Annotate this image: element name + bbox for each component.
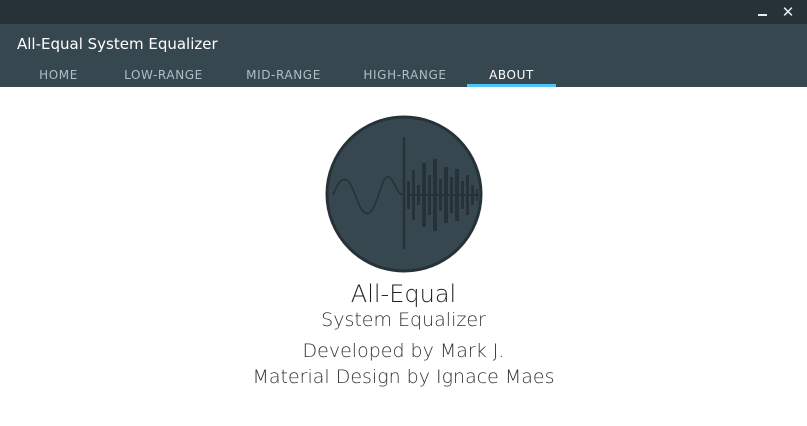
app-title: All-Equal System Equalizer <box>17 35 218 53</box>
app-window: ✕ All-Equal System Equalizer HOME LOW-RA… <box>0 0 807 426</box>
minimize-button[interactable] <box>753 3 771 21</box>
about-developer: Developed by Mark J. <box>302 340 505 362</box>
waveform-logo-icon <box>325 115 483 273</box>
tab-mid-range[interactable]: MID-RANGE <box>234 64 333 87</box>
tab-high-range[interactable]: HIGH-RANGE <box>352 64 458 87</box>
tab-low-range[interactable]: LOW-RANGE <box>113 64 214 87</box>
tab-bar: HOME LOW-RANGE MID-RANGE HIGH-RANGE ABOU… <box>0 64 807 87</box>
about-app-name: All-Equal <box>350 280 457 308</box>
close-button[interactable]: ✕ <box>779 3 797 21</box>
window-titlebar[interactable]: ✕ <box>0 0 807 24</box>
about-app-subtitle: System Equalizer <box>321 309 486 331</box>
app-header: All-Equal System Equalizer HOME LOW-RANG… <box>0 24 807 87</box>
about-page: All-Equal System Equalizer Developed by … <box>0 87 807 426</box>
about-design-credit: Material Design by Ignace Maes <box>252 366 555 388</box>
minimize-icon <box>758 14 767 16</box>
close-icon: ✕ <box>781 3 795 21</box>
tab-home[interactable]: HOME <box>17 64 100 87</box>
